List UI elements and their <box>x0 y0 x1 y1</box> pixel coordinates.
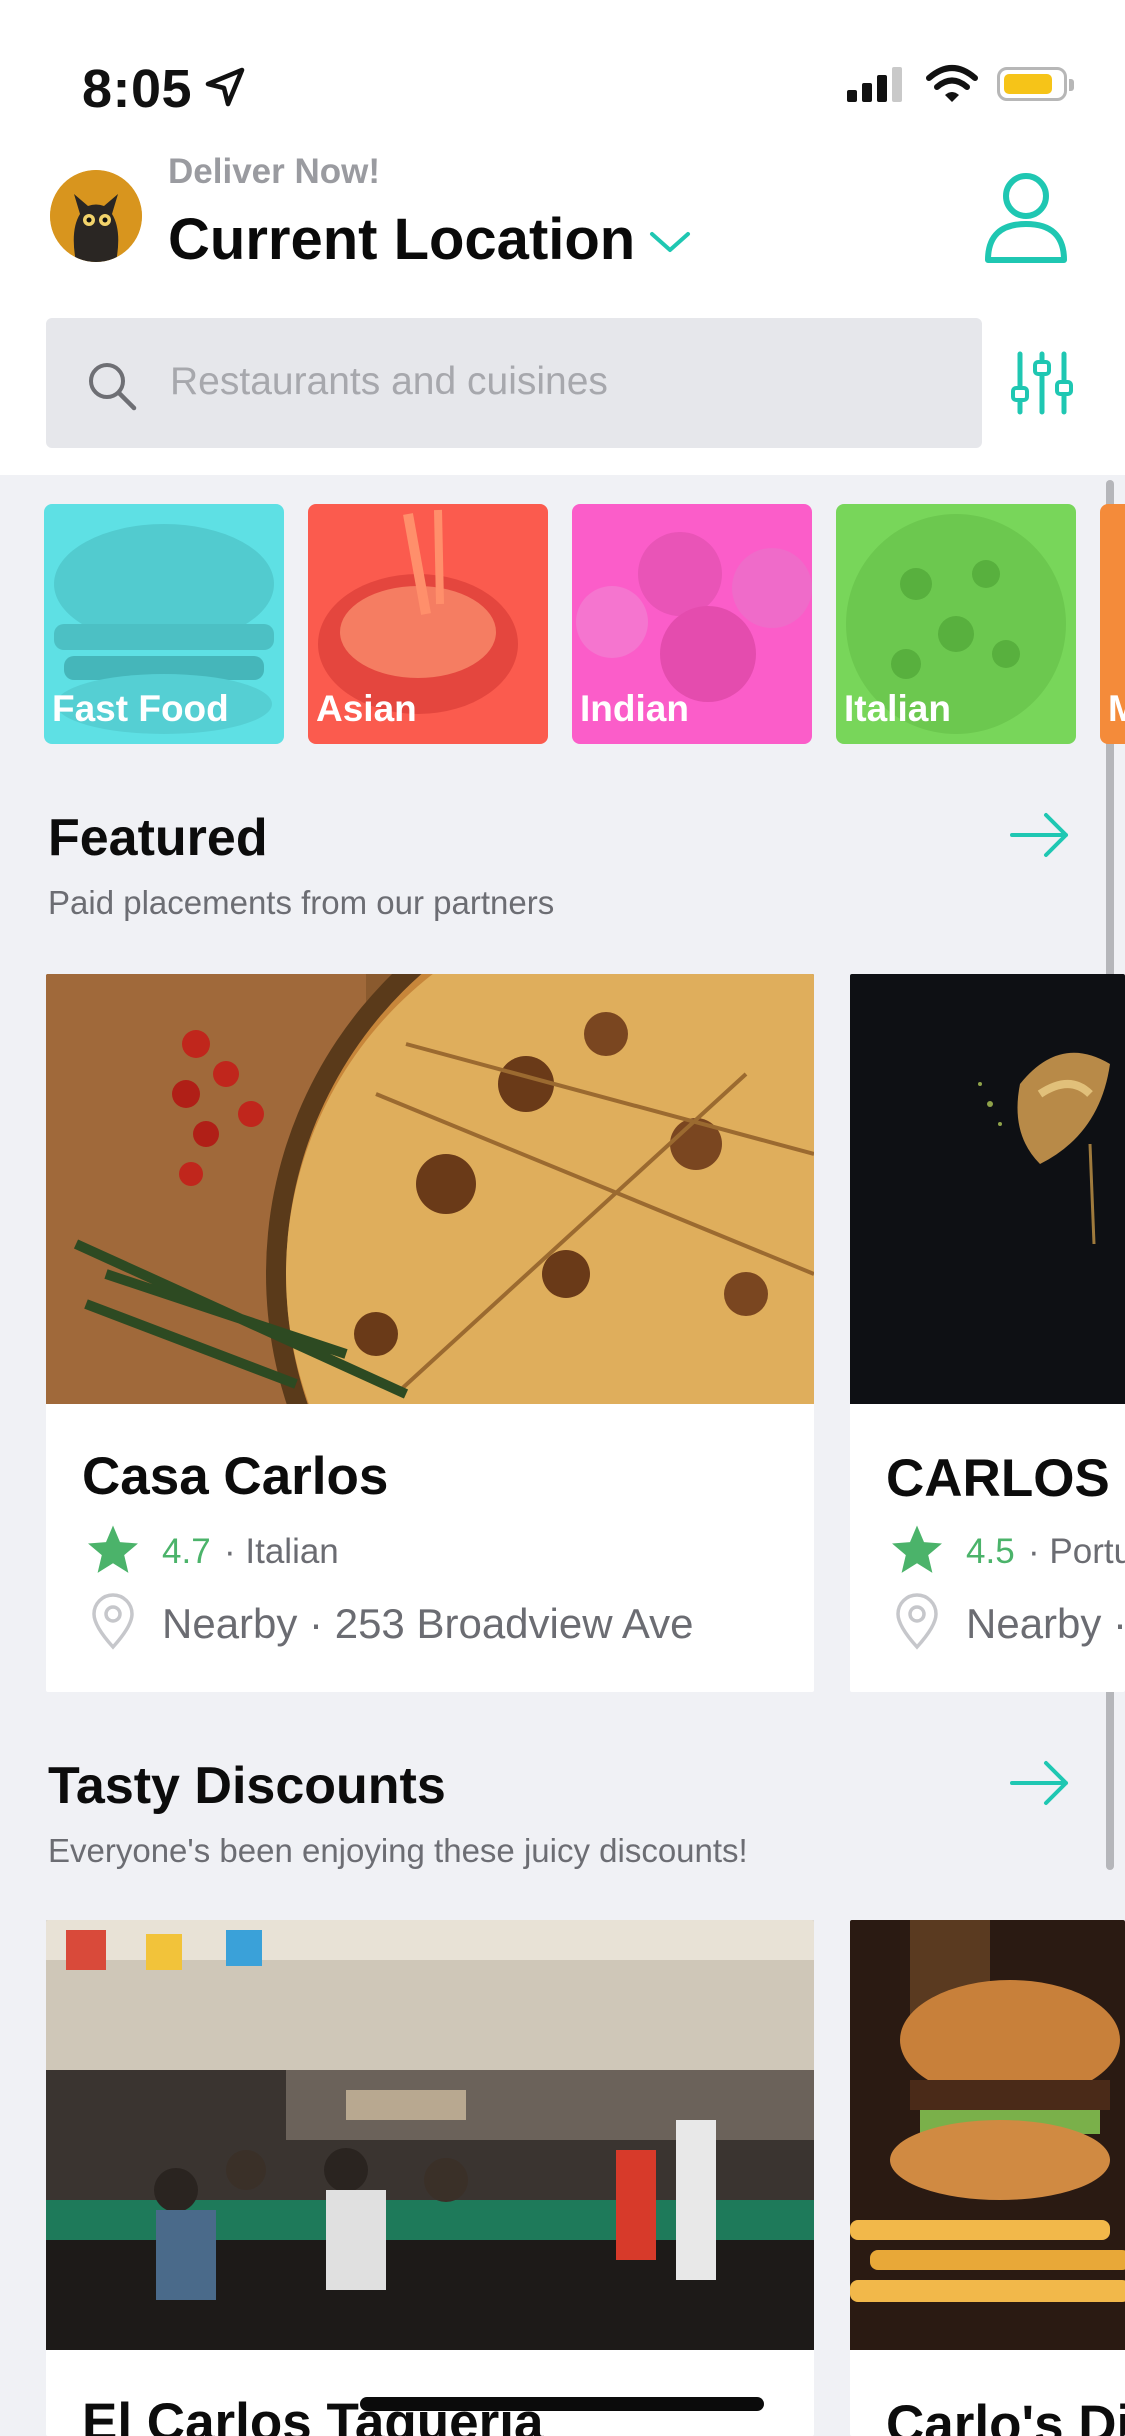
discounts-subtitle: Everyone's been enjoying these juicy dis… <box>48 1832 748 1869</box>
profile-icon[interactable] <box>982 168 1070 268</box>
wifi-icon <box>926 65 978 102</box>
category-more[interactable]: M <box>1100 504 1125 744</box>
category-label: Fast Food <box>52 688 229 729</box>
restaurant-card[interactable]: Casa Carlos 4.7 · Italian Nearby · 253 B… <box>46 974 814 1692</box>
location-arrow-icon <box>205 67 245 107</box>
location-pin-icon <box>92 1593 134 1650</box>
arrow-right-icon[interactable] <box>1008 1758 1072 1808</box>
current-location-title[interactable]: Current Location <box>168 206 635 273</box>
status-time: 8:05 <box>82 59 193 119</box>
category-fast-food[interactable]: Fast Food <box>44 504 284 744</box>
restaurant-image <box>46 1920 814 2350</box>
home-indicator[interactable] <box>360 2397 764 2411</box>
category-label: Italian <box>844 688 951 729</box>
battery-icon <box>997 67 1074 101</box>
featured-title: Featured <box>48 809 268 867</box>
address-label: Nearby · 253 Broadview Ave <box>162 1600 694 1647</box>
restaurant-image <box>850 974 1125 1404</box>
status-icons <box>847 64 1074 104</box>
category-italian[interactable]: Italian <box>836 504 1076 744</box>
avatar[interactable] <box>50 170 142 262</box>
header: 8:05 Deliver Now! Current Location Resta… <box>0 0 1125 475</box>
featured-subtitle: Paid placements from our partners <box>48 884 555 921</box>
restaurant-image <box>850 1920 1125 2350</box>
restaurant-card[interactable]: El Carlos Taqueria <box>46 1920 814 2436</box>
restaurant-image <box>46 974 814 1404</box>
cellular-signal-icon <box>847 67 902 102</box>
cuisine-label: · Italian <box>224 1532 339 1571</box>
search-icon <box>89 363 137 411</box>
deliver-now-label: Deliver Now! <box>168 152 380 191</box>
address-label: Nearby · <box>966 1600 1125 1647</box>
restaurant-card[interactable]: Carlo's Di <box>850 1920 1125 2436</box>
discounts-title: Tasty Discounts <box>48 1757 446 1815</box>
restaurant-card[interactable]: CARLOS 4.5 · Portu Nearby · <box>850 974 1125 1692</box>
search-input[interactable]: Restaurants and cuisines <box>46 318 982 448</box>
restaurant-name: CARLOS <box>886 1449 1110 1508</box>
star-icon <box>892 1525 942 1573</box>
chevron-down-icon[interactable] <box>648 226 692 258</box>
search-placeholder: Restaurants and cuisines <box>170 360 608 403</box>
restaurant-name: Carlo's Di <box>886 2395 1125 2436</box>
restaurant-name: Casa Carlos <box>82 1447 389 1506</box>
rating-value: 4.7 <box>162 1532 211 1571</box>
filter-icon[interactable] <box>1010 350 1074 416</box>
cat-avatar-icon <box>50 170 142 262</box>
category-label: M <box>1108 688 1125 729</box>
cuisine-label: · Portu <box>1028 1532 1125 1571</box>
location-pin-icon <box>896 1593 938 1650</box>
category-label: Indian <box>580 688 689 729</box>
rating-value: 4.5 <box>966 1532 1015 1571</box>
category-carousel[interactable]: Fast Food Asian Indian Italian M <box>44 504 1125 744</box>
category-indian[interactable]: Indian <box>572 504 812 744</box>
arrow-right-icon[interactable] <box>1008 810 1072 860</box>
category-label: Asian <box>316 688 417 729</box>
category-asian[interactable]: Asian <box>308 504 548 744</box>
star-icon <box>88 1525 138 1573</box>
